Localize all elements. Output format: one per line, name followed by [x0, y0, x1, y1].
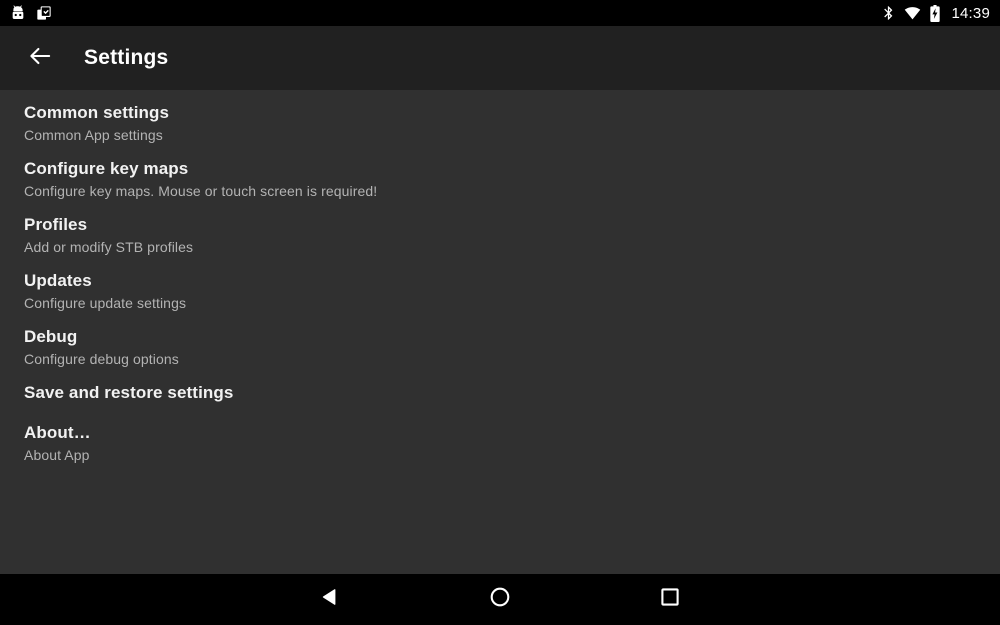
- settings-item-subtitle: Configure debug options: [24, 351, 179, 367]
- settings-item-title: Configure key maps: [24, 159, 189, 178]
- settings-item-title: Save and restore settings: [24, 383, 234, 402]
- status-bar-clock: 14:39: [951, 4, 990, 22]
- settings-item-about[interactable]: About… About App: [0, 421, 1000, 465]
- navigation-bar: [0, 574, 1000, 625]
- settings-item-title: Debug: [24, 327, 78, 346]
- square-icon: [658, 585, 682, 614]
- settings-item-common-settings[interactable]: Common settings Common App settings: [0, 101, 1000, 145]
- status-bar-system-icons: 14:39: [881, 4, 990, 22]
- settings-item-title: Profiles: [24, 215, 88, 234]
- settings-item-subtitle: Common App settings: [24, 127, 163, 143]
- circle-icon: [488, 585, 512, 614]
- battery-charging-icon: [929, 4, 941, 22]
- page-title: Settings: [84, 46, 169, 69]
- settings-item-configure-key-maps[interactable]: Configure key maps Configure key maps. M…: [0, 157, 1000, 201]
- back-arrow-icon: [27, 43, 53, 74]
- settings-content: Common settings Common App settings Conf…: [0, 90, 1000, 574]
- clipboard-checklist-icon: [36, 5, 52, 21]
- settings-item-subtitle: Add or modify STB profiles: [24, 239, 194, 255]
- wifi-icon: [903, 5, 922, 21]
- settings-item-updates[interactable]: Updates Configure update settings: [0, 269, 1000, 313]
- settings-item-subtitle: Configure update settings: [24, 295, 187, 311]
- settings-item-title: Updates: [24, 271, 92, 290]
- back-button[interactable]: [16, 34, 64, 82]
- settings-item-title: About…: [24, 423, 91, 442]
- settings-item-save-and-restore-settings[interactable]: Save and restore settings: [0, 381, 1000, 404]
- robot-notification-icon: [10, 5, 26, 21]
- settings-item-profiles[interactable]: Profiles Add or modify STB profiles: [0, 213, 1000, 257]
- nav-back-button[interactable]: [245, 574, 415, 625]
- settings-item-subtitle: About App: [24, 447, 90, 463]
- triangle-left-icon: [318, 585, 342, 614]
- android-settings-screen: 14:39 Settings Common settings Common Ap…: [0, 0, 1000, 625]
- nav-recents-button[interactable]: [585, 574, 755, 625]
- nav-home-button[interactable]: [415, 574, 585, 625]
- status-bar-notification-icons: [10, 5, 52, 21]
- app-bar: Settings: [0, 26, 1000, 90]
- settings-item-title: Common settings: [24, 103, 170, 122]
- status-bar: 14:39: [0, 0, 1000, 26]
- bluetooth-icon: [881, 5, 896, 21]
- settings-list: Common settings Common App settings Conf…: [0, 90, 1000, 465]
- settings-item-debug[interactable]: Debug Configure debug options: [0, 325, 1000, 369]
- settings-item-subtitle: Configure key maps. Mouse or touch scree…: [24, 183, 378, 199]
